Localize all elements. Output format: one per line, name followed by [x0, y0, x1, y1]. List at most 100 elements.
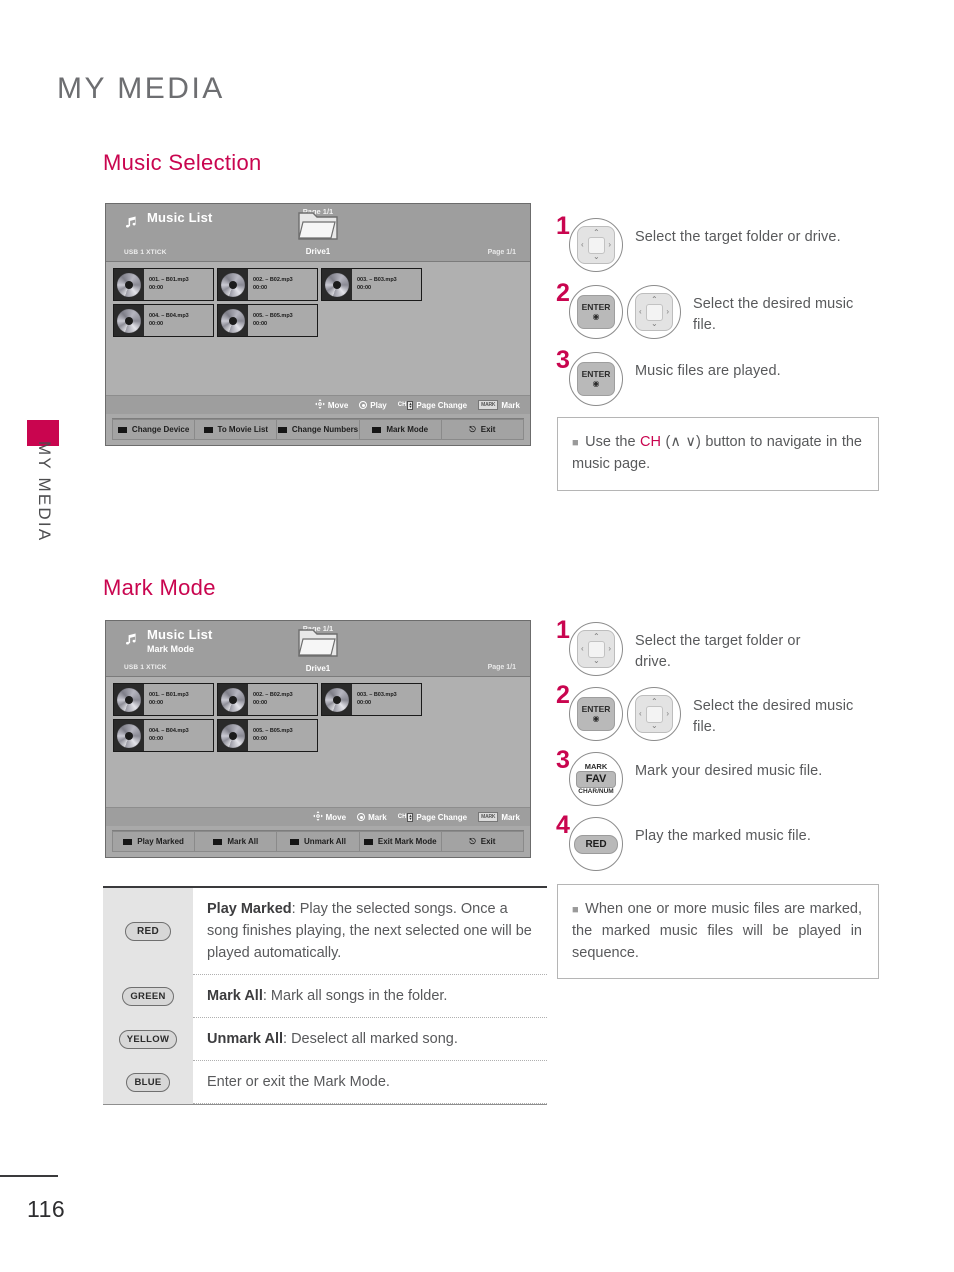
color-key-cell: YELLOW [103, 1018, 193, 1062]
osd-button-label: To Movie List [217, 425, 269, 434]
osd-button-play-marked[interactable]: Play Marked [112, 831, 196, 852]
file-name: 001. – B01.mp3 [149, 692, 189, 699]
color-key-cell: RED [103, 888, 193, 976]
table-row: BLUE Enter or exit the Mark Mode. [103, 1061, 547, 1105]
color-key-icon [123, 838, 133, 845]
osd-button-change-numbers[interactable]: Change Numbers [277, 419, 360, 440]
list-item[interactable]: 003. – B03.mp3 00:00 [321, 683, 422, 716]
nav-hint-move: Move [312, 811, 346, 823]
osd-header: Page 1/1 Music List Mark Mode USB 1 XTIC… [106, 621, 530, 677]
color-key-icon [117, 426, 127, 433]
enter-label-top: ENTER [581, 704, 611, 715]
exit-icon: ⎋ [469, 836, 476, 846]
osd-button-unmark-all[interactable]: Unmark All [277, 831, 360, 852]
file-name: 003. – B03.mp3 [357, 277, 397, 284]
step-description: Music files are played. [635, 363, 781, 379]
list-item[interactable]: 004. – B04.mp3 00:00 [113, 719, 214, 752]
page-number: 116 [27, 1196, 66, 1222]
sidebar-chapter-label: MY MEDIA [35, 441, 54, 543]
osd-button-to-movie-list[interactable]: To Movie List [195, 419, 278, 440]
file-duration: 00:00 [253, 699, 268, 706]
bullet-icon: ■ [572, 904, 580, 916]
fav-mark-remote-button[interactable]: MARK FAV CHAR/NUM [569, 752, 623, 806]
section-title-mark-mode: Mark Mode [103, 575, 216, 600]
enter-icon: ENTER ◉ [577, 697, 615, 731]
folder-icon [297, 629, 339, 663]
osd-file-grid: 001. – B01.mp3 00:00 002. – B02.mp3 00:0… [113, 683, 523, 752]
dpad-icon: ⌃ ⌄ ‹ › [635, 695, 673, 733]
list-item[interactable]: 003. – B03.mp3 00:00 [321, 268, 422, 301]
section-title-music-selection: Music Selection [103, 150, 262, 175]
nav-hint-page-change: CH ▲ ▼ Page Change [398, 812, 468, 822]
enter-remote-button[interactable]: ENTER ◉ [569, 687, 623, 741]
steps-music-selection: 1 ⌃ ⌄ ‹ › Select the target folder or drive… [556, 214, 871, 406]
cd-thumbnail [114, 720, 144, 751]
osd-button-exit[interactable]: ⎋ Exit [441, 831, 525, 852]
key-label: Mark All [207, 988, 263, 1005]
nav-hint-label: Move [327, 400, 349, 410]
osd-button-label: Change Device [131, 425, 190, 434]
enter-label-bottom: ◉ [592, 311, 600, 321]
step-description: Select the target folder or drive. [635, 633, 801, 671]
color-key-description-cell: Unmark All: Deselect all marked song. [193, 1018, 547, 1062]
osd-button-exit-mark-mode[interactable]: Exit Mark Mode [359, 831, 442, 852]
color-key-description-cell: Play Marked: Play the selected songs. On… [193, 888, 547, 976]
list-item[interactable]: 004. – B04.mp3 00:00 [113, 304, 214, 337]
ch-updown-icon: CH ▲ ▼ [397, 400, 414, 410]
dpad-icon: ⌃ ⌄ ‹ › [577, 226, 615, 264]
yellow-button-pill[interactable]: YELLOW [118, 1030, 178, 1050]
step-number: 2 [556, 279, 570, 307]
red-button-icon: RED [574, 834, 618, 854]
green-button-pill[interactable]: GREEN [122, 987, 174, 1007]
dpad-remote-button[interactable]: ⌃ ⌄ ‹ › [627, 687, 681, 741]
osd-folder-group[interactable]: Drive1 [297, 209, 339, 256]
key-description: : Mark all songs in the folder. [262, 988, 448, 1005]
file-name: 005. – B05.mp3 [253, 728, 293, 735]
table-bottom-rule [103, 1104, 547, 1106]
file-duration: 00:00 [253, 320, 268, 327]
red-remote-button[interactable]: RED [569, 817, 623, 871]
enter-label-bottom: ◉ [592, 378, 600, 388]
note-accent: CH [640, 434, 661, 450]
step-1: 1 ⌃ ⌄ ‹ › Select the target folder or drive… [556, 618, 871, 676]
osd-button-mark-all[interactable]: Mark All [195, 831, 278, 852]
enter-remote-button[interactable]: ENTER ◉ [569, 352, 623, 406]
file-duration: 00:00 [149, 699, 164, 706]
file-duration: 00:00 [357, 284, 372, 291]
color-key-description-cell: Mark All: Mark all songs in the folder. [193, 975, 547, 1019]
key-description: : Deselect all marked song. [283, 1031, 458, 1048]
color-key-icon [372, 426, 382, 433]
osd-button-label: Exit Mark Mode [377, 837, 437, 846]
list-item[interactable]: 002. – B02.mp3 00:00 [217, 683, 318, 716]
list-item[interactable]: 002. – B02.mp3 00:00 [217, 268, 318, 301]
folder-label: Drive1 [305, 664, 331, 673]
color-key-description-cell: Enter or exit the Mark Mode. [193, 1061, 547, 1105]
nav-hint-label: Play [370, 400, 387, 410]
step-3: 3 MARK FAV CHAR/NUM Mark your desired mu… [556, 748, 871, 806]
step-description: Select the desired music file. [693, 698, 854, 736]
nav-hint-label: Mark [368, 812, 387, 822]
osd-button-change-device[interactable]: Change Device [112, 419, 196, 440]
list-item[interactable]: 001. – B01.mp3 00:00 [113, 268, 214, 301]
nav-hint-label: Page Change [416, 812, 468, 822]
list-item[interactable]: 005. – B05.mp3 00:00 [217, 719, 318, 752]
list-item[interactable]: 001. – B01.mp3 00:00 [113, 683, 214, 716]
osd-button-exit[interactable]: ⎋ Exit [441, 419, 525, 440]
enter-remote-button[interactable]: ENTER ◉ [569, 285, 623, 339]
color-key-icon [277, 426, 287, 433]
dpad-remote-button[interactable]: ⌃ ⌄ ‹ › [569, 218, 623, 272]
step-number: 1 [556, 616, 570, 644]
list-item[interactable]: 005. – B05.mp3 00:00 [217, 304, 318, 337]
dpad-remote-button[interactable]: ⌃ ⌄ ‹ › [569, 622, 623, 676]
dpad-icon: ⌃ ⌄ ‹ › [635, 293, 673, 331]
note-text: ■ Use the CH (∧ ∨) button to navigate in … [572, 432, 862, 476]
step-number: 1 [556, 212, 570, 240]
osd-button-mark-mode[interactable]: Mark Mode [359, 419, 442, 440]
file-duration: 00:00 [149, 735, 164, 742]
osd-folder-group[interactable]: Drive1 [297, 626, 339, 673]
dpad-remote-button[interactable]: ⌃ ⌄ ‹ › [627, 285, 681, 339]
dpad-icon [312, 811, 323, 823]
blue-button-pill[interactable]: BLUE [126, 1073, 170, 1093]
enter-dot-icon [359, 401, 368, 409]
red-button-pill[interactable]: RED [124, 922, 171, 942]
